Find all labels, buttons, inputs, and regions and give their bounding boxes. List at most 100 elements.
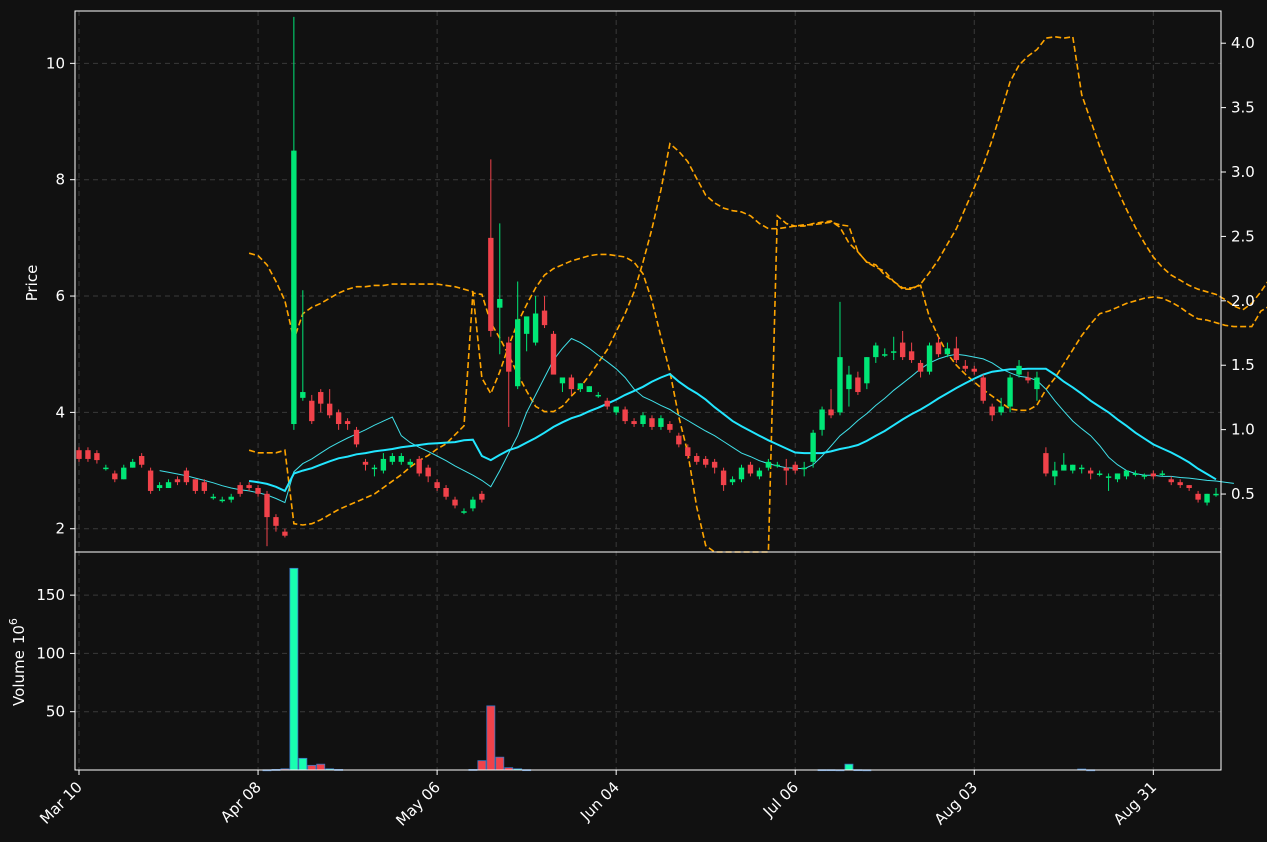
candle-body [846,374,852,390]
candle-body [667,424,673,430]
candle-body [1123,470,1130,477]
candle-body [622,409,628,422]
candle-body [586,386,592,393]
candle-body [908,351,915,361]
candle-body [962,365,969,369]
candle-body [765,461,772,468]
candle-body [1159,473,1165,475]
right-tick-label: 0.5 [1231,485,1255,503]
candle-body [899,342,906,358]
candle-body [488,237,494,331]
candle-body [407,461,413,465]
right-tick-label: 1.0 [1231,421,1255,439]
candle-body [282,531,288,536]
candle-body [264,493,270,518]
candle-body [998,406,1004,413]
candle-body [1132,473,1139,475]
candle-body [371,467,378,470]
candle-body [631,421,637,425]
right-tick-label: 4.0 [1231,34,1255,52]
candle-body [389,456,396,462]
candle-body [882,354,888,356]
candle-body [926,345,933,372]
candle-body [541,310,548,326]
candle-body [335,412,342,425]
candle-body [792,464,798,471]
candle-body [577,383,584,390]
candle-body [756,470,763,477]
volume-axis-label-text: Volume [10,650,28,706]
candle-body [85,450,91,459]
candle-body [703,458,709,465]
candle-body [613,406,619,413]
candle-body [837,357,843,413]
candle-body [711,461,718,468]
candle-body [130,461,136,468]
right-tick-label: 3.0 [1231,163,1255,181]
candle-body [658,418,664,427]
candle-body [1061,464,1067,471]
candle-body [801,467,807,470]
candle-body [1186,485,1192,489]
volume-axis-label-base: 10 [10,625,28,644]
candle-body [810,432,816,462]
candle-body [640,415,646,425]
price-tick-label: 10 [46,54,65,72]
right-tick-label: 2.0 [1231,292,1255,310]
candle-body [891,351,897,353]
volume-tick-label: 50 [46,703,65,721]
candle-body [559,377,566,384]
volume-tick-label: 100 [36,644,65,662]
candle-body [192,479,199,491]
candle-body [1052,470,1058,477]
candle-body [568,377,575,390]
candle-body [1168,479,1174,483]
volume-tick-label: 150 [36,586,65,604]
candle-body [649,418,655,427]
volume-bar [486,705,496,771]
candle-body [604,400,610,407]
candle-body [461,511,467,513]
volume-bar [289,567,299,771]
candle-body [470,499,476,509]
candle-body [1150,473,1157,477]
candle-body [685,447,691,457]
price-tick-label: 4 [55,403,65,421]
candle-body [819,409,825,430]
candle-body [1195,493,1201,500]
candle-body [676,435,682,445]
candle-body [1204,493,1210,503]
candle-body [443,488,449,497]
candle-body [219,499,225,502]
candle-body [873,345,879,358]
candle-body [165,482,172,489]
candle-body [1034,377,1040,390]
price-axis-label: Price [23,265,41,302]
candle-body [380,458,387,471]
candle-body [864,357,870,384]
candle-body [729,479,736,483]
candle-body [497,298,503,308]
candle-body [855,377,861,393]
candle-body [246,485,252,489]
candle-body [237,485,243,494]
candle-body [452,499,458,506]
candle-body [201,482,208,491]
candle-body [434,482,440,489]
right-tick-label: 3.5 [1231,99,1255,117]
volume-axis-label: Volume 106 [7,618,28,706]
candle-body [121,467,127,480]
candle-body [989,406,995,416]
candle-body [1079,467,1085,470]
candle-body [228,496,234,500]
candle-body [273,517,279,526]
candle-body [514,319,521,387]
candle-body [326,403,333,416]
candle-body [1105,476,1112,478]
price-tick-label: 6 [55,287,65,305]
candle-body [156,485,163,489]
candle-body [747,464,754,474]
candle-body [1025,377,1031,381]
price-tick-label: 2 [55,520,65,538]
volume-bar [477,760,487,771]
